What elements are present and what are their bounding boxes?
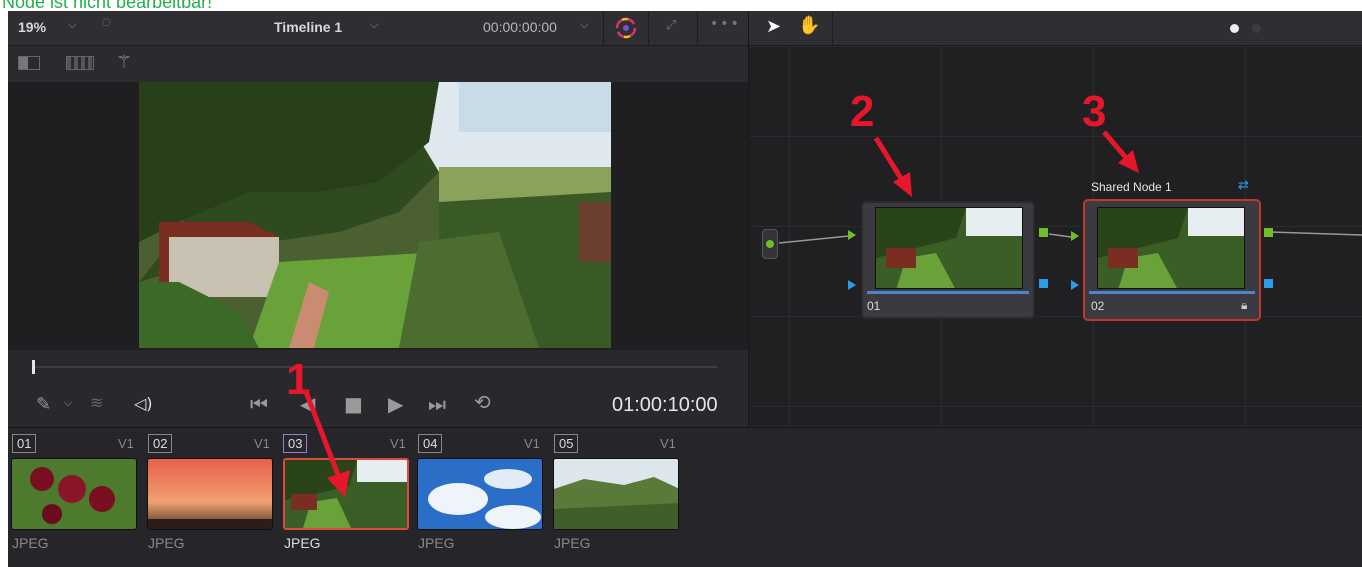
annotation-1: 1	[286, 355, 311, 404]
annotation-2: 2	[850, 87, 875, 136]
annotation-arrows	[303, 130, 1139, 497]
annotation-3: 3	[1082, 87, 1107, 136]
